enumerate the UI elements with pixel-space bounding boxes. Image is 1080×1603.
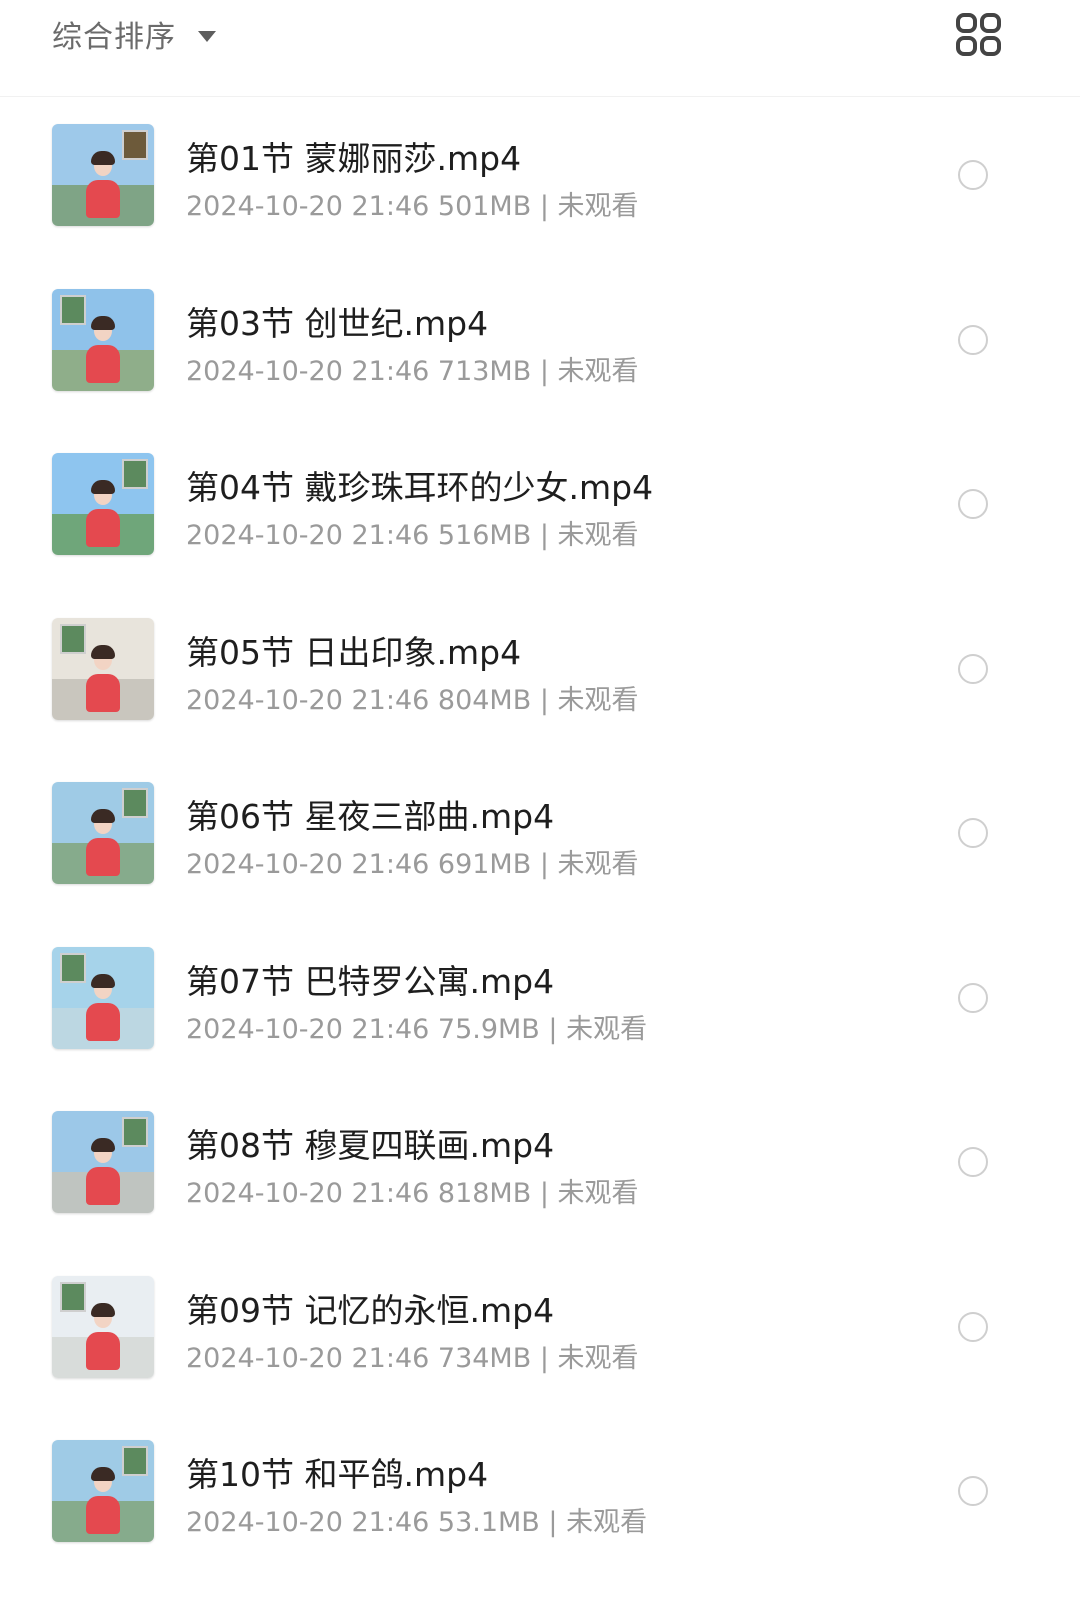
video-thumbnail[interactable] (52, 453, 154, 555)
select-radio[interactable] (958, 160, 988, 190)
file-row[interactable]: 第04节 戴珍珠耳环的少女.mp4 2024-10-20 21:46 516MB … (0, 425, 1080, 589)
file-title: 第08节 穆夏四联画.mp4 (186, 1126, 555, 1165)
file-meta: 2024-10-20 21:46 75.9MB | 未观看 (186, 1013, 648, 1045)
video-thumbnail[interactable] (52, 1275, 154, 1378)
select-radio[interactable] (958, 818, 988, 848)
file-meta: 2024-10-20 21:46 516MB | 未观看 (186, 520, 639, 551)
file-row[interactable]: 第09节 记忆的永恒.mp4 2024-10-20 21:46 734MB | 未… (0, 1248, 1080, 1412)
file-row[interactable]: 第08节 穆夏四联画.mp4 2024-10-20 21:46 818MB | 未… (0, 1083, 1080, 1247)
file-row[interactable]: 第07节 巴特罗公寓.mp4 2024-10-20 21:46 75.9MB | … (0, 919, 1080, 1083)
file-meta: 2024-10-20 21:46 818MB | 未观看 (186, 1178, 639, 1209)
file-title: 第07节 巴特罗公寓.mp4 (186, 961, 555, 1001)
grid-view-icon (956, 13, 1001, 56)
file-row[interactable]: 第03节 创世纪.mp4 2024-10-20 21:46 713MB | 未观看 (0, 261, 1080, 425)
file-row[interactable]: 第06节 星夜三部曲.mp4 2024-10-20 21:46 691MB | 未… (0, 754, 1080, 918)
file-title: 第09节 记忆的永恒.mp4 (186, 1290, 555, 1330)
file-title: 第04节 戴珍珠耳环的少女.mp4 (186, 468, 654, 507)
video-thumbnail[interactable] (52, 946, 154, 1049)
file-meta: 2024-10-20 21:46 804MB | 未观看 (186, 684, 639, 716)
select-radio[interactable] (958, 653, 988, 684)
select-radio[interactable] (958, 1311, 988, 1342)
select-radio[interactable] (958, 489, 988, 519)
select-radio[interactable] (958, 1476, 988, 1506)
file-title: 第05节 日出印象.mp4 (186, 632, 522, 672)
file-meta: 2024-10-20 21:46 691MB | 未观看 (186, 849, 639, 880)
file-title: 第06节 星夜三部曲.mp4 (186, 797, 555, 836)
file-row[interactable]: 第05节 日出印象.mp4 2024-10-20 21:46 804MB | 未观… (0, 590, 1080, 754)
file-meta: 2024-10-20 21:46 53.1MB | 未观看 (186, 1507, 648, 1538)
video-thumbnail[interactable] (52, 782, 154, 884)
file-title: 第01节 蒙娜丽莎.mp4 (186, 139, 522, 178)
video-thumbnail[interactable] (52, 1440, 154, 1542)
video-thumbnail[interactable] (52, 288, 154, 391)
video-thumbnail[interactable] (52, 1111, 154, 1213)
file-meta: 2024-10-20 21:46 713MB | 未观看 (186, 355, 639, 387)
sort-label: 综合排序 (52, 20, 176, 55)
file-title: 第10节 和平鸽.mp4 (186, 1455, 489, 1494)
toolbar: 综合排序 (0, 0, 1080, 97)
file-row[interactable]: 第10节 和平鸽.mp4 2024-10-20 21:46 53.1MB | 未观… (0, 1412, 1080, 1576)
sort-dropdown[interactable]: 综合排序 (52, 14, 216, 55)
video-thumbnail[interactable] (52, 124, 154, 226)
caret-down-icon (198, 30, 216, 42)
select-radio[interactable] (958, 1147, 988, 1177)
file-title: 第03节 创世纪.mp4 (186, 303, 489, 343)
select-radio[interactable] (958, 324, 988, 355)
video-thumbnail[interactable] (52, 617, 154, 720)
file-row[interactable]: 第01节 蒙娜丽莎.mp4 2024-10-20 21:46 501MB | 未观… (0, 96, 1080, 260)
select-radio[interactable] (958, 982, 988, 1013)
file-meta: 2024-10-20 21:46 734MB | 未观看 (186, 1342, 639, 1374)
grid-view-button[interactable] (954, 12, 1004, 58)
file-meta: 2024-10-20 21:46 501MB | 未观看 (186, 191, 639, 222)
